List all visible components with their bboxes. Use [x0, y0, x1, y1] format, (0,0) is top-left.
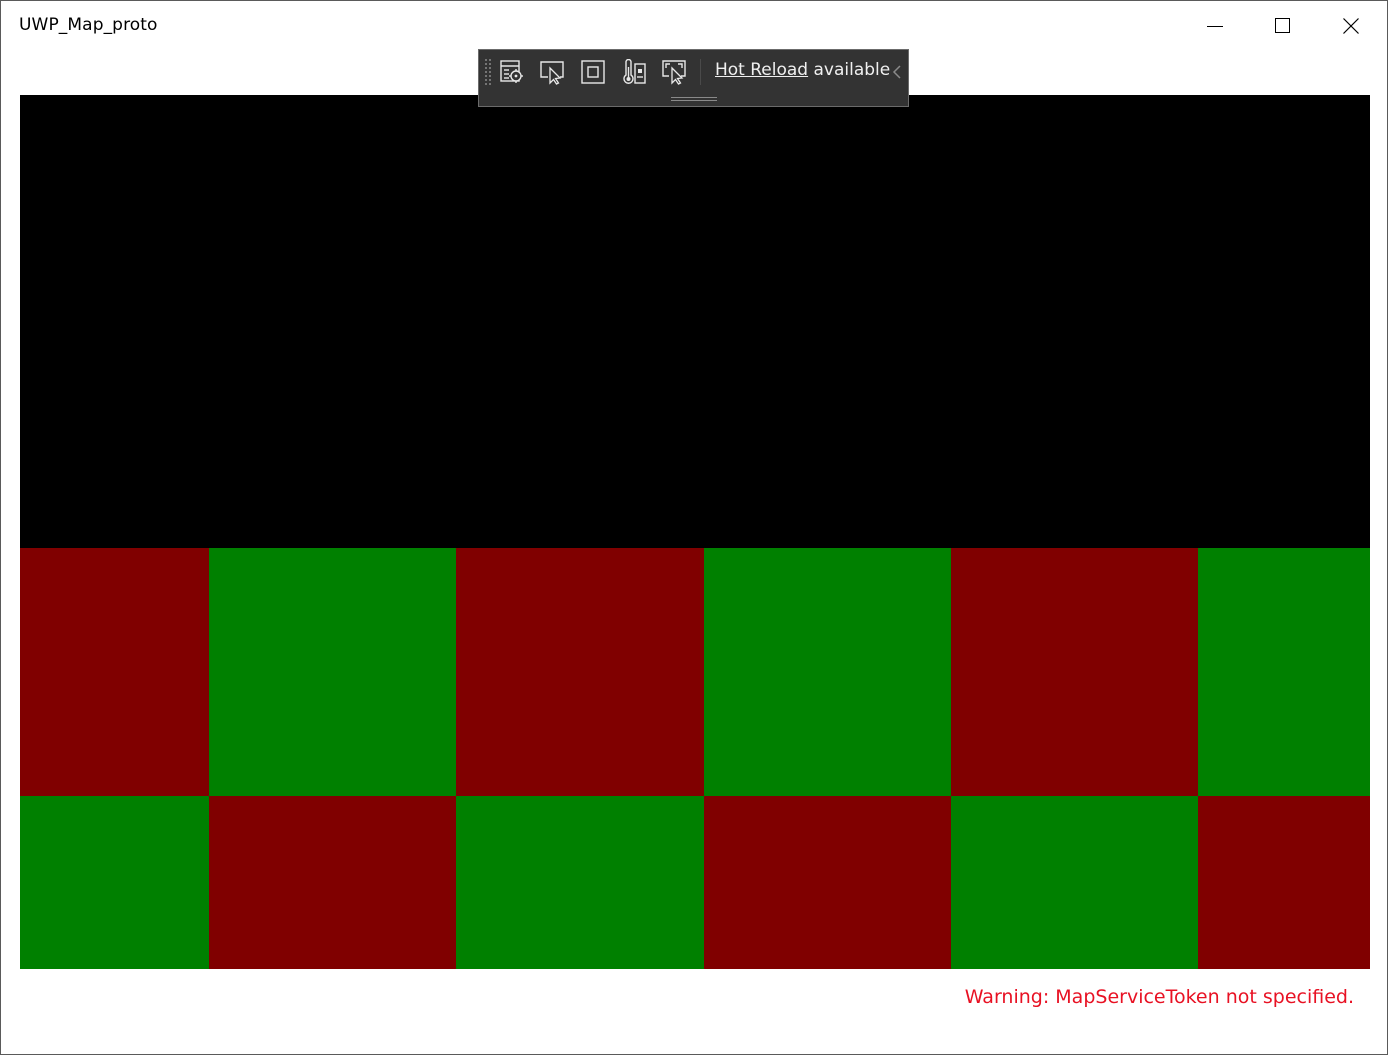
- map-tile: [1198, 796, 1370, 969]
- xaml-dev-toolbar[interactable]: Hot Reload available: [478, 49, 909, 107]
- select-element-button[interactable]: [536, 57, 568, 87]
- map-service-token-warning: Warning: MapServiceToken not specified.: [964, 986, 1354, 1008]
- map-tile: [20, 796, 209, 969]
- track-focus-icon: [623, 59, 646, 84]
- hot-reload-status-text: available: [808, 60, 891, 80]
- map-tile: [704, 548, 951, 796]
- hot-reload-status: Hot Reload available: [715, 60, 890, 80]
- map-control[interactable]: [20, 95, 1370, 969]
- map-tile: [1198, 548, 1370, 796]
- map-blank-region: [20, 95, 1370, 548]
- minimize-icon: [1207, 26, 1223, 27]
- map-tile: [704, 796, 951, 969]
- live-visual-tree-button[interactable]: [496, 57, 528, 87]
- title-bar[interactable]: UWP_Map_proto: [1, 1, 1387, 51]
- map-tile: [951, 796, 1198, 969]
- window-title: UWP_Map_proto: [19, 15, 158, 35]
- maximize-icon: [1275, 18, 1290, 33]
- collapse-toolbar-button[interactable]: [890, 63, 904, 81]
- close-icon: [1343, 18, 1359, 34]
- map-tile: [456, 796, 704, 969]
- toolbar-drag-handle[interactable]: [671, 97, 717, 101]
- toolbar-grip-icon[interactable]: [484, 58, 492, 86]
- map-tile: [951, 548, 1198, 796]
- maximize-button[interactable]: [1249, 1, 1317, 51]
- map-tile: [20, 548, 209, 796]
- minimize-button[interactable]: [1181, 1, 1249, 51]
- display-layout-adorners-icon: [581, 60, 605, 84]
- binding-failures-button[interactable]: [658, 57, 690, 87]
- map-tile: [209, 548, 456, 796]
- chevron-left-icon: [892, 65, 901, 79]
- map-tile: [209, 796, 456, 969]
- track-focus-button[interactable]: [618, 57, 650, 87]
- hot-reload-link[interactable]: Hot Reload: [715, 60, 808, 80]
- select-element-icon: [540, 61, 564, 85]
- binding-failures-icon: [662, 60, 686, 85]
- app-window: UWP_Map_proto Hot Reload available Warni…: [0, 0, 1388, 1055]
- live-visual-tree-icon: [500, 60, 523, 83]
- display-layout-adorners-button[interactable]: [577, 57, 609, 87]
- close-button[interactable]: [1317, 1, 1385, 51]
- map-tile: [456, 548, 704, 796]
- toolbar-divider: [700, 59, 701, 85]
